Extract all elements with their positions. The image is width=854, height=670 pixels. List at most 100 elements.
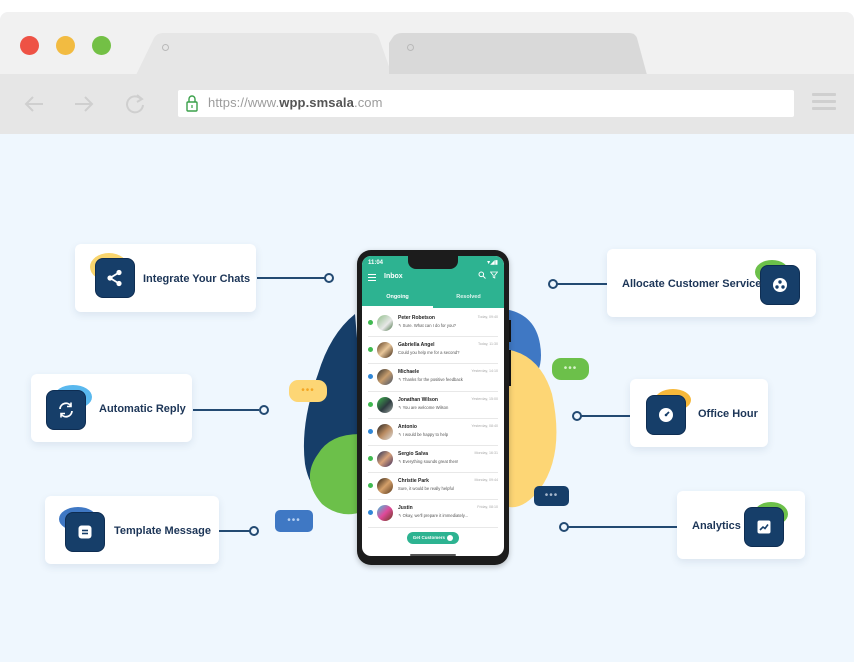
chat-bubble-navy: ••• (534, 486, 569, 506)
channel-status-icon (368, 401, 373, 407)
feature-label: Allocate Customer Service (622, 278, 762, 290)
chat-row[interactable]: Justin ↰ Okay, we'll prepare it immediat… (368, 500, 498, 528)
lock-icon (186, 95, 198, 112)
chart-icon (744, 507, 784, 547)
tab-resolved[interactable]: Resolved (433, 294, 504, 300)
connector-line (257, 277, 325, 279)
feature-label: Integrate Your Chats (143, 273, 251, 285)
inbox-title: Inbox (384, 273, 403, 280)
browser-tab-1[interactable] (136, 33, 392, 75)
last-message: ↰ Sure. What can I do for you? (398, 323, 456, 328)
avatar (376, 368, 394, 387)
contact-name: Michaele (398, 369, 420, 376)
avatar (376, 395, 394, 414)
avatar (376, 341, 394, 360)
arrow-left-icon[interactable] (22, 92, 46, 116)
feature-card-office-hour[interactable]: Office Hour (630, 379, 768, 447)
connector-node (259, 405, 269, 415)
chat-list: Peter Robetson ↰ Sure. What can I do for… (362, 310, 504, 528)
avatar (376, 422, 394, 441)
minimize-window-button[interactable] (56, 36, 75, 55)
feature-card-allocate-customer-service[interactable]: Allocate Customer Service (607, 249, 816, 317)
tab-ongoing[interactable]: Ongoing (362, 294, 433, 300)
last-message: ↰ I would be happy to help (398, 431, 449, 437)
last-message: Sure, it would be really helpful (398, 486, 454, 492)
yellow-blob (505, 349, 557, 508)
last-message: ↰ Okay, we'll prepare it immediately... (398, 513, 469, 519)
tab-close-icon[interactable] (162, 44, 169, 51)
channel-status-icon (368, 374, 373, 380)
connector-line (193, 409, 259, 411)
chat-row[interactable]: Sergio Salva ↰ Everything sounds great t… (368, 446, 498, 474)
chat-row[interactable]: Jonathan Wilson ↰ You are welcome Wilson… (368, 392, 498, 419)
chat-row[interactable]: Michaele ↰ Thanks for the positive feedb… (368, 364, 498, 392)
reload-icon[interactable] (124, 92, 148, 116)
last-message: ↰ You are welcome Wilson (398, 404, 449, 410)
address-bar[interactable]: https://www.wpp.smsala.com (178, 90, 794, 117)
chat-bubble-yellow: ••• (289, 380, 327, 402)
sync-icon (46, 390, 86, 430)
chat-row[interactable]: Antonio ↰ I would be happy to help Yeste… (368, 419, 498, 446)
app-header: 11:04 ▾◢▮ Inbox Ongoing Resolved (362, 256, 504, 308)
page-content: ••• ••• ••• ••• Integrate Your Chats Aut… (0, 134, 854, 662)
tab-close-icon[interactable] (407, 44, 414, 51)
search-icon[interactable] (478, 271, 486, 281)
url-text[interactable]: https://www.wpp.smsala.com (208, 95, 383, 110)
feature-label: Automatic Reply (99, 403, 186, 415)
contact-name: Jonathan Wilson (398, 396, 438, 403)
connector-line (219, 530, 250, 532)
connector-node (249, 526, 259, 536)
feature-card-template-message[interactable]: Template Message (45, 496, 219, 564)
chat-row[interactable]: Gabriella Angel Could you help me for a … (368, 337, 498, 365)
url-prefix: https://www. (208, 95, 280, 110)
tab-bar (0, 12, 854, 75)
last-message: ↰ Everything sounds great then! (398, 458, 459, 464)
get-customers-label: Get Customers (412, 535, 445, 540)
feature-card-automatic-reply[interactable]: Automatic Reply (31, 374, 192, 442)
chat-bubble-green: ••• (552, 358, 589, 380)
contact-name: Antonio (398, 423, 417, 430)
group-icon (760, 265, 800, 305)
camera-notch (408, 256, 458, 269)
feature-card-analytics[interactable]: Analytics (677, 491, 805, 559)
avatar (376, 477, 394, 496)
channel-status-icon (368, 347, 373, 353)
connector-line (557, 283, 607, 285)
hamburger-menu-icon[interactable] (812, 93, 836, 111)
browser-window: https://www.wpp.smsala.com ••• ••• ••• •… (0, 12, 854, 662)
get-customers-button[interactable]: Get Customers (407, 532, 459, 544)
feature-label: Template Message (114, 525, 212, 537)
connector-line (568, 526, 678, 528)
contact-name: Justin (398, 505, 413, 512)
phone-screen: 11:04 ▾◢▮ Inbox Ongoing Resolved Peter R… (362, 256, 504, 556)
filter-icon[interactable] (489, 271, 499, 281)
chat-row[interactable]: Christie Park Sure, it would be really h… (368, 473, 498, 501)
feature-card-integrate-chats[interactable]: Integrate Your Chats (75, 244, 256, 312)
contact-name: Gabriella Angel (398, 342, 435, 349)
close-window-button[interactable] (20, 36, 39, 55)
maximize-window-button[interactable] (92, 36, 111, 55)
feature-label: Analytics (692, 520, 741, 532)
last-message: ↰ Thanks for the positive feedback (398, 377, 463, 383)
contact-name: Christie Park (398, 478, 429, 485)
share-icon (95, 258, 135, 298)
chat-row[interactable]: Peter Robetson ↰ Sure. What can I do for… (368, 310, 498, 338)
channel-status-icon (368, 455, 373, 461)
message-time: Today, 09:40 (477, 315, 498, 319)
channel-status-icon (368, 510, 373, 516)
last-message: Could you help me for a second? (398, 350, 460, 356)
channel-status-icon (368, 428, 373, 434)
avatar (376, 504, 394, 523)
browser-tab-2[interactable] (389, 33, 647, 75)
avatar (376, 449, 394, 468)
message-time: Monday, 16:31 (474, 450, 498, 455)
feature-label: Office Hour (698, 408, 758, 420)
menu-icon[interactable] (368, 274, 376, 282)
message-time: Yesterday, 08:40 (471, 423, 498, 428)
message-time: Yesterday, 15:00 (471, 396, 498, 401)
arrow-right-icon[interactable] (72, 92, 96, 116)
message-time: Yesterday, 14:10 (471, 369, 498, 374)
message-time: Today, 11:30 (477, 342, 498, 347)
arrow-circle-icon (447, 534, 454, 541)
browser-toolbar: https://www.wpp.smsala.com (0, 74, 854, 134)
